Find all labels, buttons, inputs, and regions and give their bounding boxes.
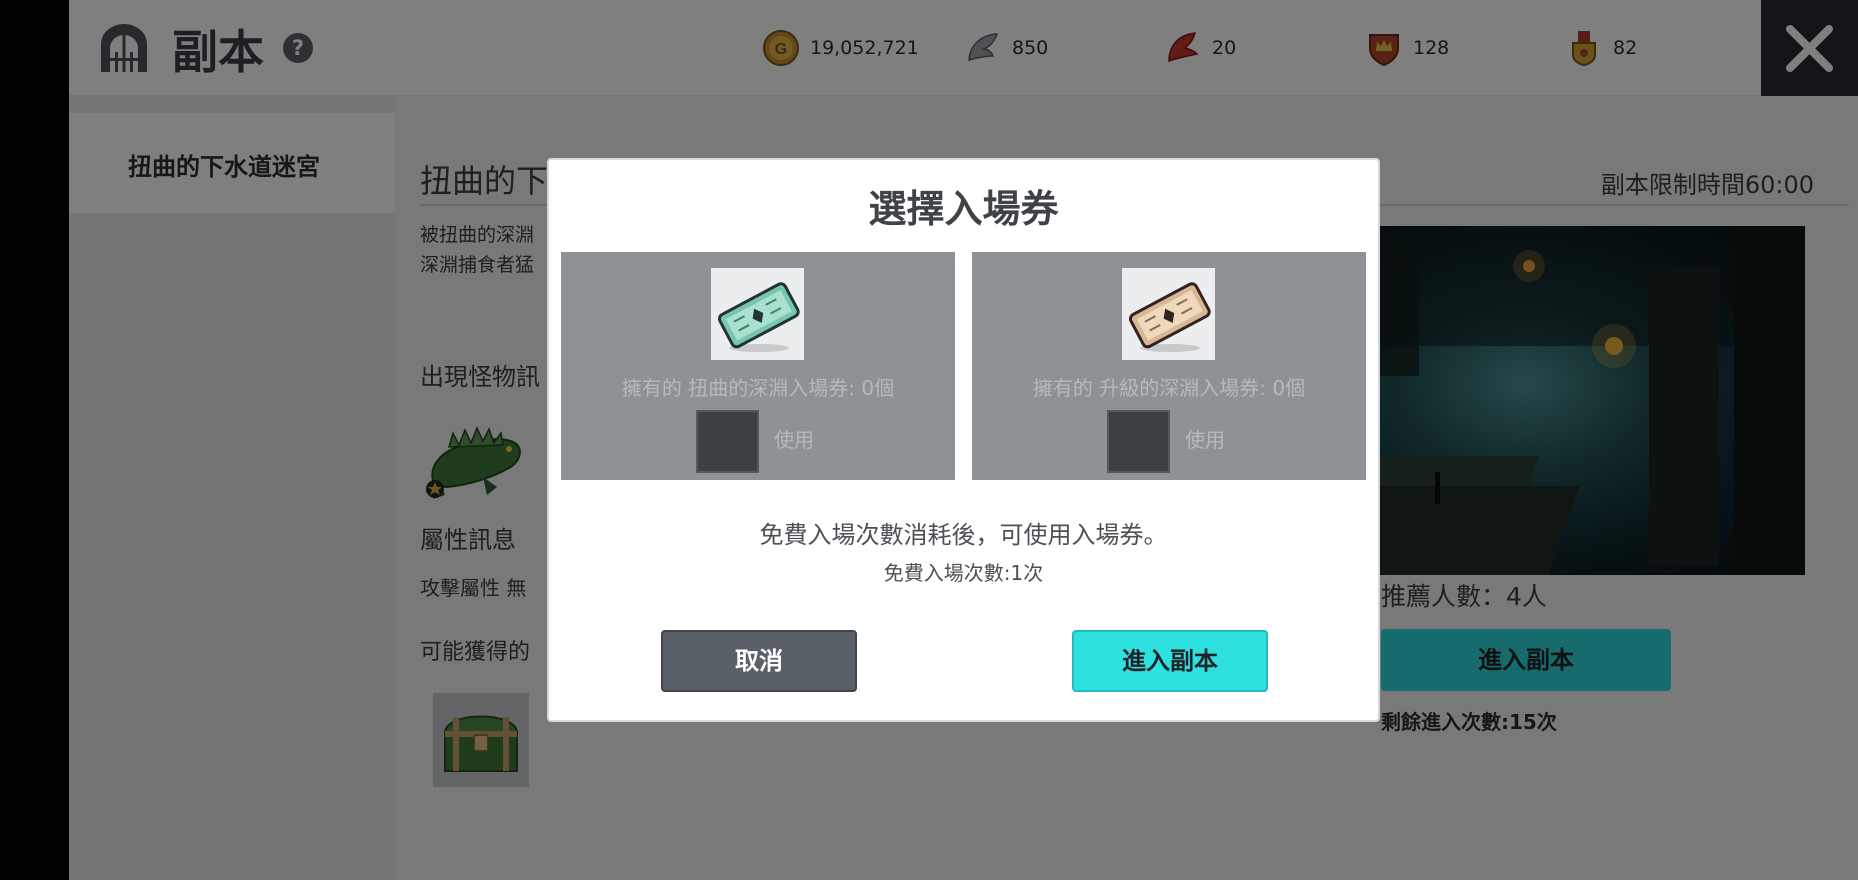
free-entry-count: 免費入場次數:1次 (883, 561, 1044, 585)
ticket-use-checkbox[interactable] (696, 410, 759, 473)
modal-title: 選擇入場券 (868, 187, 1059, 231)
beige-ticket-icon (1128, 282, 1211, 352)
ticket-use-checkbox[interactable] (1107, 410, 1170, 473)
ticket-image (1122, 268, 1215, 360)
ticket-owned-count: 擁有的 扭曲的深淵入場券: 0個 (621, 376, 895, 400)
ticket-select-modal: 選擇入場券 擁有的 扭曲的深淵入場券: 0個 使用 擁有的 升級的深淵入場券: … (547, 158, 1380, 722)
ticket-card-twisted: 擁有的 扭曲的深淵入場券: 0個 使用 (561, 252, 955, 480)
ticket-owned-count: 擁有的 升級的深淵入場券: 0個 (1032, 376, 1306, 400)
ticket-image (711, 268, 804, 360)
cancel-button[interactable]: 取消 (661, 630, 857, 692)
ticket-card-upgraded: 擁有的 升級的深淵入場券: 0個 使用 (972, 252, 1366, 480)
ticket-use-label: 使用 (774, 428, 814, 452)
teal-ticket-icon (717, 282, 800, 352)
modal-enter-dungeon-button[interactable]: 進入副本 (1072, 630, 1268, 692)
free-entry-note: 免費入場次數消耗後，可使用入場券。 (759, 521, 1168, 549)
ticket-use-label: 使用 (1185, 428, 1225, 452)
